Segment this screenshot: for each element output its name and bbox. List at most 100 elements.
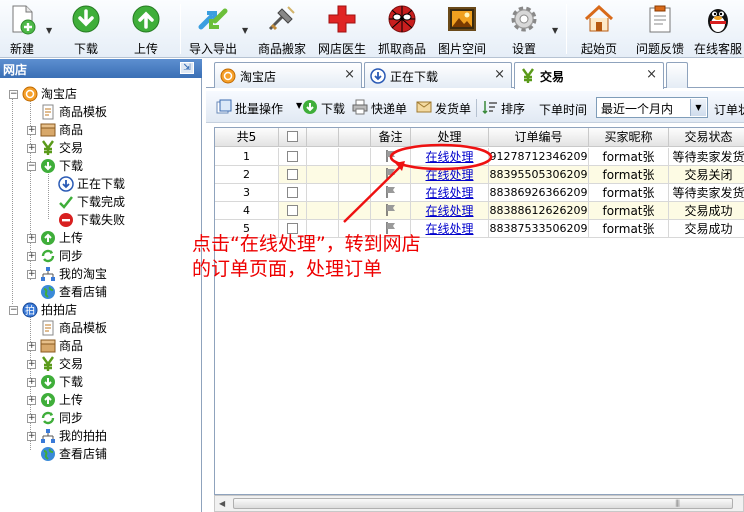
flag-icon[interactable] [384, 149, 398, 163]
sync-icon [41, 249, 55, 263]
row-checkbox[interactable] [287, 205, 298, 216]
new-doc-icon [12, 5, 36, 35]
expand-icon[interactable]: + [27, 252, 36, 261]
scroll-left-icon[interactable]: ◀ [219, 499, 225, 508]
download-button[interactable]: 下载 [70, 0, 102, 58]
horizontal-scrollbar[interactable]: ◀ ||| [214, 495, 744, 512]
home-icon [584, 4, 614, 32]
pin-icon[interactable]: ⇲ [180, 62, 194, 74]
row-checkbox[interactable] [287, 187, 298, 198]
upload-icon [41, 393, 55, 407]
new-button-label: 新建 [9, 42, 34, 56]
online-service-button[interactable]: 在线客服 [694, 0, 742, 58]
checkmark-icon [59, 196, 73, 209]
expand-icon[interactable]: + [27, 432, 36, 441]
column-header-order-id[interactable]: 订单编号 [489, 128, 589, 147]
close-icon[interactable]: × [344, 67, 355, 82]
upload-button-label: 上传 [133, 42, 158, 56]
download-button-label: 下载 [73, 42, 98, 56]
row-blank-cell [339, 184, 371, 202]
row-cell-action[interactable]: 在线处理 [411, 202, 489, 220]
row-cell-buyer: format张 [589, 202, 669, 220]
tree-line [12, 90, 13, 304]
move-products-button[interactable]: 商品搬家 [258, 0, 306, 58]
express-slip-label: 快递单 [371, 102, 408, 116]
new-tab-button[interactable] [666, 62, 688, 88]
row-cell-action[interactable]: 在线处理 [411, 148, 489, 166]
collapse-icon[interactable]: − [27, 162, 36, 171]
row-blank-cell [339, 166, 371, 184]
feedback-button[interactable]: 问题反馈 [636, 0, 684, 58]
order-time-select[interactable]: 最近一个月内 ▼ [596, 97, 708, 118]
tab-downloading[interactable]: 正在下载 × [364, 62, 512, 88]
expand-icon[interactable]: + [27, 234, 36, 243]
new-button[interactable]: 新建 [4, 0, 40, 58]
sidebar-header: 网店 ⇲ [0, 59, 202, 78]
tab-taobao-shop[interactable]: 淘宝店 × [214, 62, 362, 88]
row-note-cell [371, 184, 411, 202]
grab-products-button[interactable]: 抓取商品 [378, 0, 426, 58]
flag-icon[interactable] [384, 167, 398, 181]
column-header-action[interactable]: 处理 [411, 128, 489, 147]
expand-icon[interactable]: + [27, 342, 36, 351]
expand-icon[interactable]: + [27, 378, 36, 387]
paipai-icon: 拍 [22, 302, 38, 318]
import-export-dropdown-icon[interactable]: ▼ [242, 26, 248, 35]
sort-label: 排序 [501, 102, 526, 116]
download-icon [41, 159, 55, 173]
row-checkbox[interactable] [287, 169, 298, 180]
close-icon[interactable]: × [494, 67, 505, 82]
move-products-label: 商品搬家 [257, 42, 306, 56]
network-icon [41, 267, 55, 281]
row-cell-action[interactable]: 在线处理 [411, 184, 489, 202]
row-cell-action[interactable]: 在线处理 [411, 166, 489, 184]
tree-label: 交易 [59, 141, 84, 155]
toolbar-separator [180, 4, 181, 54]
chevron-down-icon[interactable]: ▼ [690, 99, 706, 116]
expand-icon[interactable]: + [27, 414, 36, 423]
settings-button[interactable]: 设置 [506, 0, 542, 58]
collapse-icon[interactable]: − [9, 90, 18, 99]
home-button[interactable]: 起始页 [580, 0, 618, 58]
tab-bar: 淘宝店 × 正在下载 × 交易 × [206, 62, 744, 89]
import-export-icon [198, 8, 228, 30]
tab-label: 正在下载 [390, 70, 439, 84]
shop-doctor-button[interactable]: 网店医生 [318, 0, 366, 58]
flag-icon[interactable] [384, 203, 398, 217]
row-blank-cell [307, 202, 339, 220]
collapse-icon[interactable]: − [9, 306, 18, 315]
expand-icon[interactable]: + [27, 126, 36, 135]
row-count-header: 共5 [215, 128, 279, 147]
close-icon[interactable]: × [646, 67, 657, 82]
taobao-icon [22, 86, 38, 102]
annotation-line-2: 的订单页面，处理订单 [192, 258, 383, 280]
column-header-note[interactable]: 备注 [371, 128, 411, 147]
row-cell-no: 4 [215, 202, 279, 220]
expand-icon[interactable]: + [27, 396, 36, 405]
feedback-label: 问题反馈 [635, 42, 684, 56]
sidebar-title: 网店 [3, 63, 28, 77]
upload-button[interactable]: 上传 [130, 0, 162, 58]
select-all-checkbox[interactable] [287, 131, 298, 142]
scrollbar-thumb[interactable] [233, 498, 733, 509]
tree-label: 同步 [59, 249, 84, 263]
tab-trade[interactable]: 交易 × [514, 62, 664, 89]
download-icon [303, 100, 317, 114]
settings-dropdown-icon[interactable]: ▼ [552, 26, 558, 35]
expand-icon[interactable]: + [27, 270, 36, 279]
image-space-button[interactable]: 图片空间 [438, 0, 486, 58]
column-header-buyer[interactable]: 买家昵称 [589, 128, 669, 147]
new-dropdown-icon[interactable]: ▼ [46, 26, 52, 35]
expand-icon[interactable]: + [27, 144, 36, 153]
blank-header [339, 128, 371, 147]
row-checkbox[interactable] [287, 151, 298, 162]
import-export-button[interactable]: 导入导出 [189, 0, 237, 58]
tree-label: 正在下载 [77, 177, 126, 191]
tree-label: 交易 [59, 357, 84, 371]
flag-icon[interactable] [384, 185, 398, 199]
upload-icon [132, 5, 160, 33]
expand-icon[interactable]: + [27, 360, 36, 369]
column-header-status[interactable]: 交易状态 [669, 128, 744, 147]
select-all-header[interactable] [279, 128, 307, 147]
row-note-cell [371, 202, 411, 220]
